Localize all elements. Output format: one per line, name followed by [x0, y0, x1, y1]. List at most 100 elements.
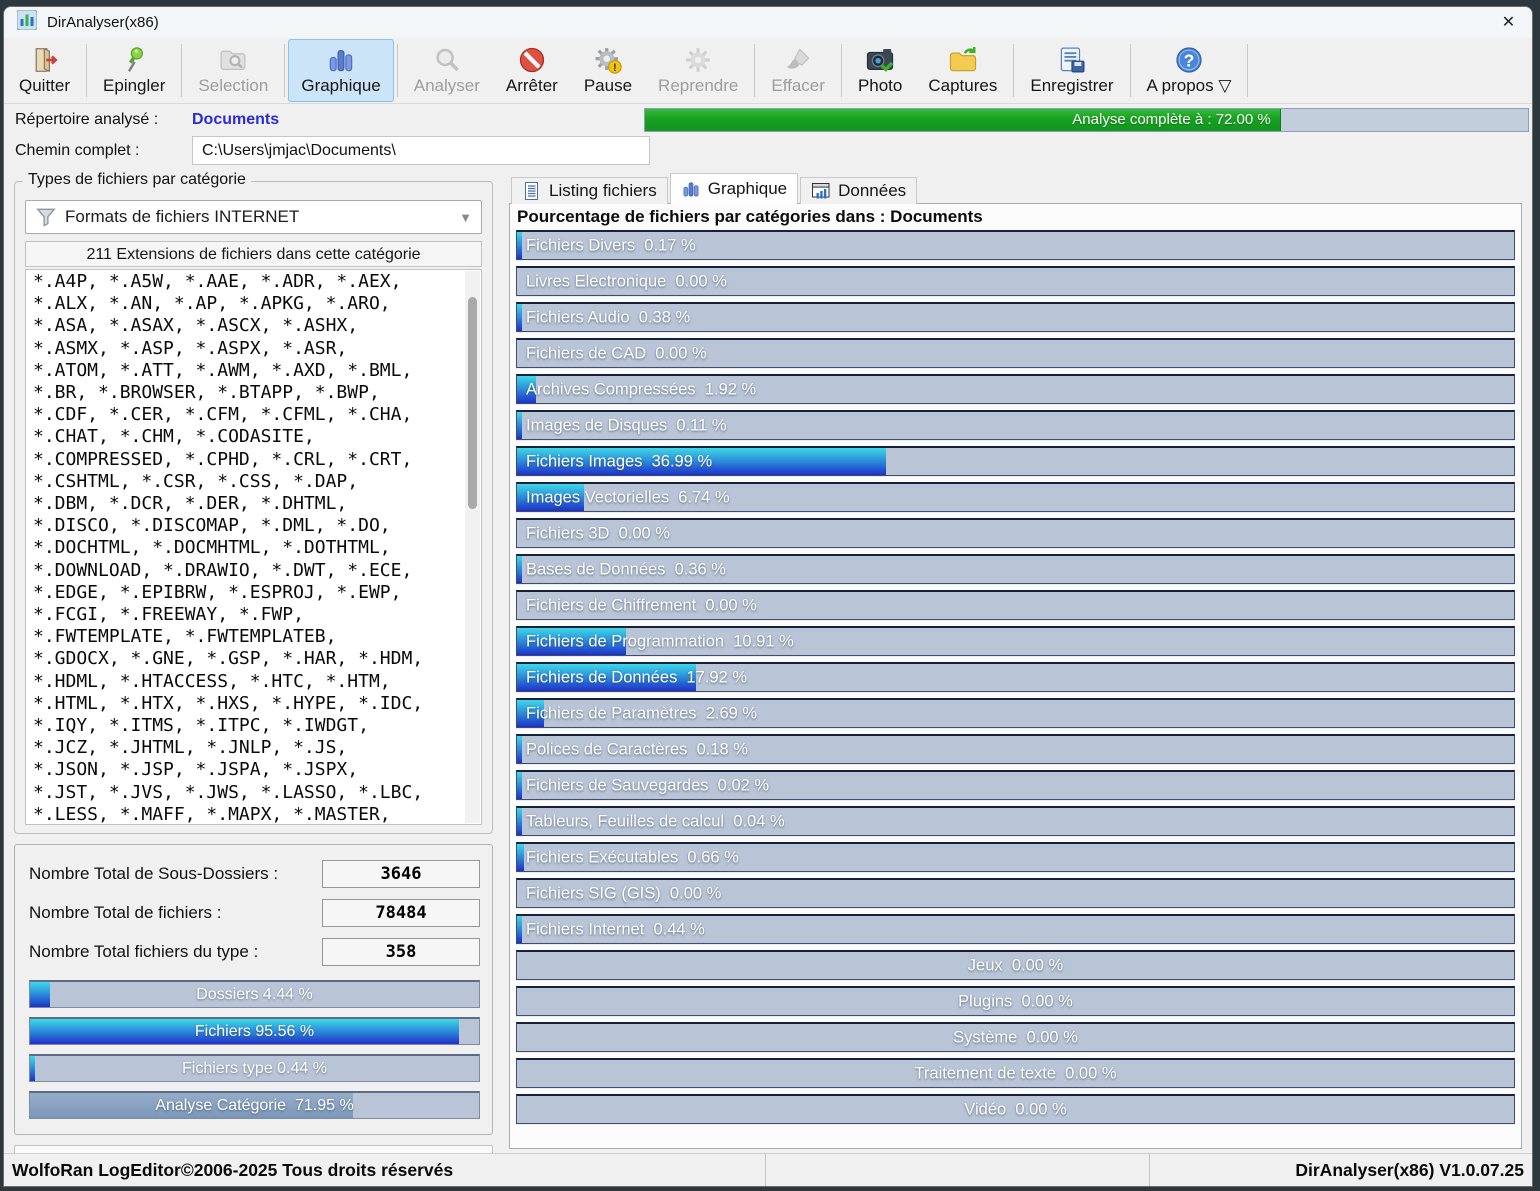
left-panel: Types de fichiers par catégorie Formats …: [14, 173, 493, 1149]
stats-box: Nombre Total de Sous-Dossiers : 3646 Nom…: [14, 844, 493, 1135]
chart-bar-label: Fichiers 3D 0.00 %: [526, 524, 670, 543]
status-bar-copyright: WolfoRan LogEditor©2006-2025 Tous droits…: [4, 1154, 766, 1186]
extension-line: *.LESS, *.MAFF, *.MAPX, *.MASTER,: [33, 804, 463, 825]
toolbar-divider: [284, 44, 285, 97]
toolbar-button-label: Quitter: [19, 76, 70, 96]
extension-line: *.DOWNLOAD, *.DRAWIO, *.DWT, *.ECE,: [33, 560, 463, 582]
gear-icon: [683, 45, 713, 75]
toolbar-button-apropos[interactable]: ?A propos ▽: [1134, 39, 1245, 102]
document-list-icon: [522, 181, 542, 201]
tab-graphique[interactable]: Graphique: [670, 173, 798, 204]
chart-bar-label: Fichiers de Sauvegardes 0.02 %: [526, 776, 769, 795]
chart-bar-row: Fichiers Divers 0.17 %: [516, 230, 1515, 260]
chart-bar-row: Fichiers de Sauvegardes 0.02 %: [516, 770, 1515, 800]
toolbar-button-label: Epingler: [103, 76, 165, 96]
chart-bar-label: Livres Electronique 0.00 %: [526, 272, 727, 291]
chart-bar-fill: [517, 304, 522, 331]
chart-bar-label: Vidéo 0.00 %: [964, 1100, 1066, 1119]
chart-bar-row: Fichiers Audio 0.38 %: [516, 302, 1515, 332]
mini-progress-bar: Dossiers 4.44 %: [29, 980, 480, 1008]
toolbar-button-graphique[interactable]: Graphique: [288, 39, 393, 102]
scrollbar-thumb[interactable]: [468, 297, 477, 509]
toolbar-button-enregistrer[interactable]: Enregistrer: [1017, 39, 1126, 102]
extension-line: *.DOCHTML, *.DOCMHTML, *.DOTHTML,: [33, 537, 463, 559]
chart-bar-fill: [517, 808, 522, 835]
toolbar-button-label: Pause: [584, 76, 632, 96]
full-path-value: C:\Users\jmjac\Documents\: [202, 142, 396, 160]
mini-progress-label: Fichiers 95.56 %: [30, 1023, 479, 1041]
extension-line: *.FCGI, *.FREEWAY, *.FWP,: [33, 604, 463, 626]
extension-line: *.JST, *.JVS, *.JWS, *.LASSO, *.LBC,: [33, 782, 463, 804]
right-panel: Listing fichiers GraphiqueDonnées Pourcen…: [509, 173, 1522, 1149]
bar-chart-icon: [681, 179, 701, 199]
chart-bar-row: Fichiers de CAD 0.00 %: [516, 338, 1515, 368]
bar-chart-icon: [326, 45, 356, 75]
title-bar: DirAnalyser(x86) ✕: [4, 7, 1532, 38]
svg-text:!: !: [613, 62, 617, 74]
chart-bar-fill: [517, 844, 524, 871]
chart-bar-label: Images Vectorielles 6.74 %: [526, 488, 730, 507]
full-path-field[interactable]: C:\Users\jmjac\Documents\: [192, 136, 650, 165]
chart-bar-label: Fichiers Audio 0.38 %: [526, 308, 690, 327]
chart-bar-label: Jeux 0.00 %: [968, 956, 1063, 975]
stat-value: 358: [322, 938, 480, 966]
tab-donn-es[interactable]: Données: [800, 177, 917, 204]
status-bar: WolfoRan LogEditor©2006-2025 Tous droits…: [4, 1153, 1532, 1186]
toolbar-button-label: Effacer: [771, 76, 825, 96]
stat-row-type-files: Nombre Total fichiers du type : 358: [29, 938, 480, 966]
extension-line: *.CSHTML, *.CSR, *.CSS, *.DAP,: [33, 471, 463, 493]
status-bar-version: DirAnalyser(x86) V1.0.07.25: [1150, 1160, 1532, 1181]
toolbar-button-pause[interactable]: ! Pause: [571, 39, 645, 102]
toolbar-button-photo[interactable]: Photo: [845, 39, 915, 102]
filter-icon: [35, 206, 57, 228]
chart-bar-row: Fichiers de Paramètres 2.69 %: [516, 698, 1515, 728]
toolbar-button-label: Reprendre: [658, 76, 738, 96]
mini-progress-bar: Fichiers 95.56 %: [29, 1017, 480, 1045]
tab-listing-fichiers[interactable]: Listing fichiers: [511, 177, 668, 204]
toolbar-button-label: Enregistrer: [1030, 76, 1113, 96]
chart-bar-label: Tableurs, Feuilles de calcul 0.04 %: [526, 812, 785, 831]
chevron-down-icon: ▼: [459, 210, 472, 225]
tab-label: Listing fichiers: [549, 181, 657, 201]
mini-bars: Dossiers 4.44 % Fichiers 95.56 % Fichiers …: [29, 980, 480, 1119]
toolbar-button-arreter[interactable]: Arrêter: [493, 39, 571, 102]
toolbar-button-label: Arrêter: [506, 76, 558, 96]
chart-bar-row: Images Vectorielles 6.74 %: [516, 482, 1515, 512]
toolbar-button-epingler[interactable]: Epingler: [90, 39, 178, 102]
svg-text:?: ?: [1184, 50, 1195, 70]
chart-bar-label: Fichiers de Programmation 10.91 %: [526, 632, 794, 651]
extensions-list[interactable]: *.A4P, *.A5W, *.AAE, *.ADR, *.AEX,*.ALX,…: [25, 269, 482, 825]
full-path-label: Chemin complet :: [4, 142, 192, 160]
extension-line: *.JCZ, *.JHTML, *.JNLP, *.JS,: [33, 737, 463, 759]
toolbar-divider: [397, 44, 398, 97]
chart-bar-label: Fichiers SIG (GIS) 0.00 %: [526, 884, 721, 903]
chart-title: Pourcentage de fichiers par catégories d…: [516, 205, 1515, 230]
exit-door-icon: [30, 45, 60, 75]
stat-label: Nombre Total fichiers du type :: [29, 942, 258, 962]
extension-line: *.COMPRESSED, *.CPHD, *.CRL, *.CRT,: [33, 449, 463, 471]
chart-bar-label: Fichiers Divers 0.17 %: [526, 236, 696, 255]
close-icon[interactable]: ✕: [1485, 7, 1532, 38]
toolbar-divider: [1013, 44, 1014, 97]
category-dropdown[interactable]: Formats de fichiers INTERNET ▼: [25, 200, 482, 234]
stat-row-subfolders: Nombre Total de Sous-Dossiers : 3646: [29, 860, 480, 888]
chart-bar-row: Images de Disques 0.11 %: [516, 410, 1515, 440]
chart-bar-label: Système 0.00 %: [953, 1028, 1078, 1047]
app-icon: [17, 10, 37, 35]
stat-label: Nombre Total de fichiers :: [29, 903, 221, 923]
extension-line: *.GDOCX, *.GNE, *.GSP, *.HAR, *.HDM,: [33, 648, 463, 670]
analysis-status-message: Documents est en cours d'analyse...: [14, 1145, 493, 1153]
chart-bar-row: Fichiers de Programmation 10.91 %: [516, 626, 1515, 656]
extension-line: *.DISCO, *.DISCOMAP, *.DML, *.DO,: [33, 515, 463, 537]
toolbar-button-label: Graphique: [301, 76, 380, 96]
toolbar-button-quitter[interactable]: Quitter: [6, 39, 83, 102]
toolbar-button-captures[interactable]: Captures: [915, 39, 1010, 102]
extension-line: *.ASMX, *.ASP, *.ASPX, *.ASR,: [33, 338, 463, 360]
chart-bar-fill: [517, 232, 522, 259]
chart-bar-label: Plugins 0.00 %: [958, 992, 1073, 1011]
extensions-scrollbar[interactable]: [465, 271, 480, 823]
stop-icon: [517, 45, 547, 75]
mini-progress-label: Fichiers type 0.44 %: [30, 1060, 479, 1078]
extension-line: *.ATOM, *.ATT, *.AWM, *.AXD, *.BML,: [33, 360, 463, 382]
extension-line: *.CDF, *.CER, *.CFM, *.CFML, *.CHA,: [33, 404, 463, 426]
